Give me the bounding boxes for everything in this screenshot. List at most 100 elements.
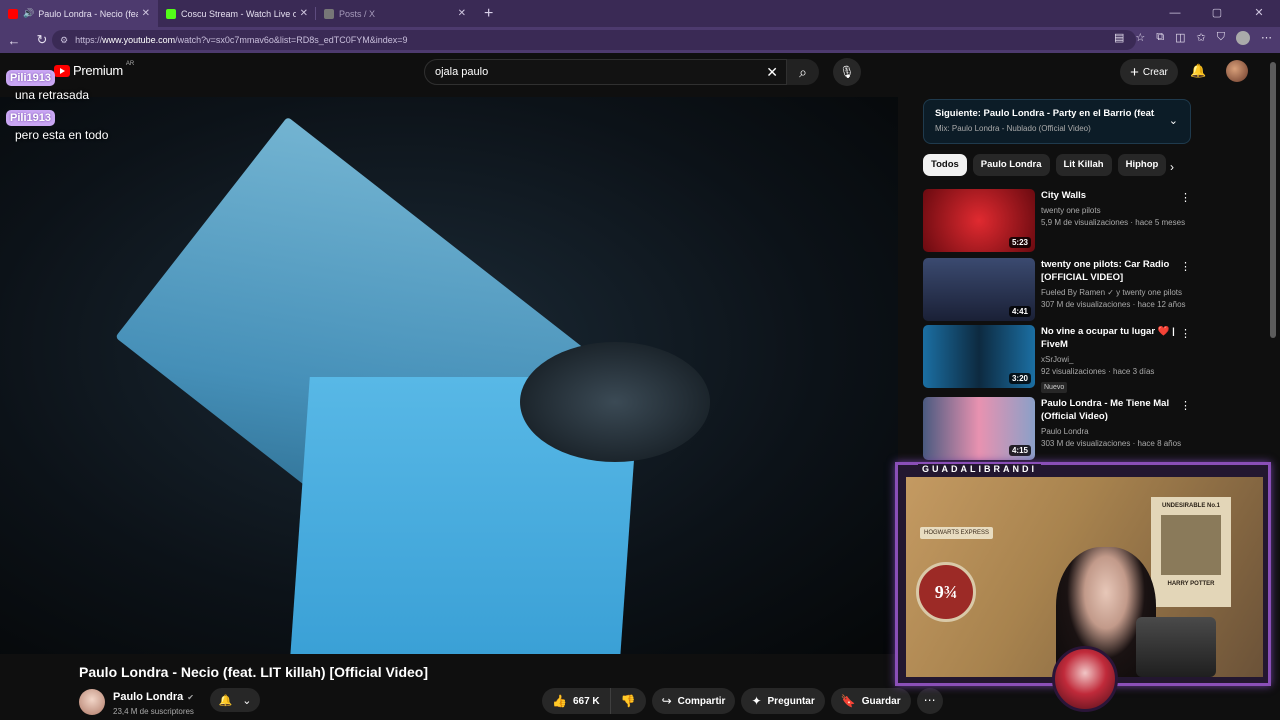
close-tab-icon[interactable]: ✕: [300, 8, 308, 19]
channel-name[interactable]: xSrJowi_: [1041, 355, 1186, 364]
microphone: [1136, 617, 1216, 677]
maximize-icon[interactable]: ▢: [1196, 0, 1238, 27]
up-next-title: Siguiente: Paulo Londra - Party en el Ba…: [935, 108, 1155, 119]
list-item[interactable]: 4:15 Paulo Londra - Me Tiene Mal (Offici…: [923, 397, 1193, 463]
kebab-menu-icon[interactable]: ⋮: [1180, 327, 1191, 340]
bell-icon: 🔔: [218, 694, 233, 707]
subscriber-count: 23,4 M de suscriptores: [113, 707, 194, 716]
video-thumbnail[interactable]: 4:41: [923, 258, 1035, 321]
kebab-menu-icon[interactable]: ⋮: [1180, 260, 1191, 273]
plus-icon: +: [1130, 63, 1139, 81]
video-meta: 303 M de visualizaciones · hace 8 años: [1041, 439, 1182, 448]
video-title[interactable]: City Walls: [1041, 189, 1186, 202]
search-input[interactable]: ojala paulo ✕: [424, 59, 787, 85]
chip-hiphop[interactable]: Hiphop: [1117, 154, 1167, 176]
site-info-icon[interactable]: ⚙: [60, 35, 68, 46]
back-icon[interactable]: ←: [0, 33, 28, 48]
video-title[interactable]: Paulo Londra - Me Tiene Mal (Official Vi…: [1041, 397, 1186, 423]
subscription-bell-button[interactable]: 🔔 ⌄: [210, 688, 260, 712]
profile-avatar[interactable]: [1236, 31, 1250, 45]
list-item[interactable]: 5:23 City Walls twenty one pilots 5,9 M …: [923, 189, 1193, 255]
channel-name[interactable]: Paulo Londra: [1041, 427, 1186, 436]
tab-kick[interactable]: Coscu Stream - Watch Live on Kick ✕: [158, 0, 316, 27]
video-player[interactable]: [0, 97, 898, 654]
window-controls: — ▢ ✕: [1154, 0, 1280, 27]
chat-text: pero esta en todo: [15, 128, 109, 142]
chat-text: una retrasada: [15, 88, 90, 102]
channel-info[interactable]: Paulo Londra ✔ 23,4 M de suscriptores: [79, 687, 194, 716]
video-meta: 307 M de visualizaciones · hace 12 años: [1041, 300, 1186, 309]
more-actions-button[interactable]: ⋯: [916, 688, 943, 714]
chip-paulo-londra[interactable]: Paulo Londra: [972, 154, 1050, 176]
dislike-button[interactable]: 👎: [610, 688, 646, 714]
video-title[interactable]: twenty one pilots: Car Radio [OFFICIAL V…: [1041, 258, 1186, 284]
poster-name: HARRY POTTER: [1167, 581, 1215, 587]
chevron-down-icon: ⌄: [242, 694, 252, 707]
duration-badge: 5:23: [1008, 237, 1031, 248]
new-badge: Nuevo: [1041, 382, 1068, 393]
like-dislike-group: 👍 667 K 👎: [542, 688, 646, 714]
filter-chips: Todos Paulo Londra Lit Killah Hiphop: [923, 154, 1167, 176]
minimize-icon[interactable]: —: [1154, 0, 1196, 27]
new-tab-icon[interactable]: +: [484, 5, 493, 23]
url-field[interactable]: ⚙ https://www.youtube.com/watch?v=sx0c7m…: [52, 30, 1136, 50]
clear-search-icon[interactable]: ✕: [766, 64, 778, 81]
search-button[interactable]: ⌕: [787, 59, 819, 85]
verified-icon: ✔: [187, 693, 194, 702]
tab-youtube[interactable]: 🔊 Paulo Londra - Necio (feat. LIT ✕: [0, 0, 158, 27]
kebab-menu-icon[interactable]: ⋮: [1180, 191, 1191, 204]
create-button[interactable]: + Crear: [1120, 59, 1178, 85]
tab-x[interactable]: Posts / X ✕: [316, 0, 474, 27]
close-tab-icon[interactable]: ✕: [458, 8, 466, 19]
extensions-icon[interactable]: ⧉: [1156, 31, 1164, 45]
search-icon: ⌕: [799, 64, 807, 80]
save-button[interactable]: 🔖 Guardar: [830, 688, 911, 714]
tab-title: Paulo Londra - Necio (feat. LIT: [38, 8, 137, 19]
chat-username: Pili1913: [6, 70, 55, 86]
chevron-right-icon[interactable]: ›: [1170, 160, 1174, 174]
favorite-icon[interactable]: ☆: [1135, 31, 1145, 45]
menu-icon[interactable]: ⋯: [1261, 31, 1272, 45]
up-next-panel[interactable]: Siguiente: Paulo Londra - Party en el Ba…: [923, 99, 1191, 144]
close-window-icon[interactable]: ✕: [1238, 0, 1280, 27]
user-avatar[interactable]: [1226, 60, 1248, 82]
chevron-down-icon[interactable]: ⌄: [1169, 114, 1178, 127]
video-meta: 5,9 M de visualizaciones · hace 5 meses: [1041, 218, 1186, 227]
list-item[interactable]: 4:41 twenty one pilots: Car Radio [OFFIC…: [923, 258, 1193, 324]
list-item[interactable]: 3:20 No vine a ocupar tu lugar ❤️ | Five…: [923, 325, 1193, 393]
ask-button[interactable]: ✦ Preguntar: [741, 688, 825, 714]
kick-favicon-icon: [166, 8, 176, 19]
chip-lit-killah[interactable]: Lit Killah: [1055, 154, 1112, 176]
channel-name[interactable]: twenty one pilots: [1041, 206, 1186, 215]
split-icon[interactable]: ◫: [1175, 31, 1185, 45]
create-label: Crear: [1142, 66, 1168, 78]
chip-todos[interactable]: Todos: [923, 154, 967, 176]
like-button[interactable]: 👍 667 K: [542, 688, 611, 714]
url-prefix: https://: [75, 35, 103, 45]
poster-title: UNDESIRABLE No.1: [1161, 503, 1220, 509]
up-next-subtitle: Mix: Paulo Londra - Nublado (Official Vi…: [935, 124, 1091, 133]
channel-avatar[interactable]: [79, 688, 105, 715]
video-thumbnail[interactable]: 3:20: [923, 325, 1035, 388]
x-favicon-icon: [324, 8, 334, 19]
close-tab-icon[interactable]: ✕: [142, 8, 150, 19]
voice-search-button[interactable]: 🎙: [833, 58, 861, 86]
tab-title: Posts / X: [339, 8, 376, 19]
channel-name[interactable]: Paulo Londra: [113, 691, 183, 703]
video-title[interactable]: No vine a ocupar tu lugar ❤️ | FiveM: [1041, 325, 1186, 351]
reader-icon[interactable]: ▤: [1114, 31, 1124, 45]
duration-badge: 4:41: [1008, 306, 1031, 317]
video-thumbnail[interactable]: 5:23: [923, 189, 1035, 252]
browser-tab-bar: 🔊 Paulo Londra - Necio (feat. LIT ✕ Cosc…: [0, 0, 1280, 27]
video-meta: 92 visualizaciones · hace 3 días: [1041, 367, 1155, 376]
video-thumbnail[interactable]: 4:15: [923, 397, 1035, 460]
chat-message: Pili1913 una retrasada: [6, 68, 108, 102]
share-button[interactable]: ↪ Compartir: [651, 688, 736, 714]
scrollbar[interactable]: [1270, 62, 1276, 338]
favorites-icon[interactable]: ✩: [1197, 31, 1206, 45]
shield-icon[interactable]: ⛉: [1217, 31, 1225, 45]
kebab-menu-icon[interactable]: ⋮: [1180, 399, 1191, 412]
speaker-icon[interactable]: 🔊: [23, 8, 34, 19]
notifications-bell-icon[interactable]: 🔔: [1190, 63, 1206, 79]
channel-name[interactable]: Fueled By Ramen ✓ y twenty one pilots: [1041, 288, 1186, 297]
